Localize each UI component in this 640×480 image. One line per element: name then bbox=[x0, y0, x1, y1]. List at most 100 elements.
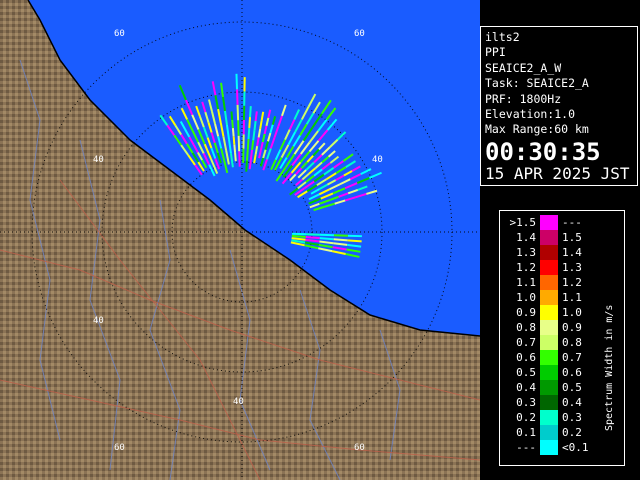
echo-segment bbox=[254, 111, 258, 122]
echo-segment bbox=[238, 151, 241, 167]
range-label: 40 bbox=[93, 155, 104, 165]
legend-swatch bbox=[540, 410, 558, 425]
echo-segment bbox=[248, 116, 252, 129]
legend-lower-label: 0.9 bbox=[516, 306, 536, 319]
echo-segment bbox=[251, 140, 255, 150]
legend-lower-label: 0.5 bbox=[516, 366, 536, 379]
echo-segment bbox=[319, 237, 334, 241]
scan-time: 00:30:35 bbox=[485, 137, 601, 166]
legend-row: 0.7 0.8 bbox=[500, 335, 600, 350]
scan-date: 15 APR 2025 JST bbox=[485, 163, 630, 183]
legend-row: 1.4 1.5 bbox=[500, 230, 600, 245]
legend-upper-label: 0.6 bbox=[562, 366, 582, 379]
echo-segment bbox=[333, 238, 348, 242]
legend-row: --- <0.1 bbox=[500, 440, 600, 455]
echo-segment bbox=[236, 89, 239, 105]
legend-swatch bbox=[540, 230, 558, 245]
max-range-value: Max Range:60 km bbox=[485, 122, 589, 137]
legend-row: 0.4 0.5 bbox=[500, 380, 600, 395]
legend-upper-label: 1.4 bbox=[562, 246, 582, 259]
legend-upper-label: 1.5 bbox=[562, 231, 582, 244]
legend-swatch bbox=[540, 335, 558, 350]
legend-upper-label: 0.3 bbox=[562, 411, 582, 424]
legend-row: 1.0 1.1 bbox=[500, 290, 600, 305]
echo-segment bbox=[245, 160, 248, 172]
scan-name: SEAICE2_A_W bbox=[485, 60, 562, 75]
legend-upper-label: 0.7 bbox=[562, 351, 582, 364]
legend-lower-label: 1.3 bbox=[516, 246, 536, 259]
range-label: 40 bbox=[93, 316, 104, 326]
echo-segment bbox=[234, 152, 237, 162]
legend-row: 0.1 0.2 bbox=[500, 425, 600, 440]
echo-segment bbox=[305, 236, 320, 240]
scan-mode: PPI bbox=[485, 45, 506, 60]
task-name: Task: SEAICE2_A bbox=[485, 76, 589, 91]
legend-lower-label: 0.6 bbox=[516, 351, 536, 364]
legend-swatch bbox=[540, 320, 558, 335]
legend-lower-label: 0.2 bbox=[516, 411, 536, 424]
legend-row: 0.5 0.6 bbox=[500, 365, 600, 380]
legend-row: 1.3 1.4 bbox=[500, 245, 600, 260]
legend-lower-label: 0.8 bbox=[516, 321, 536, 334]
echo-segment bbox=[237, 135, 241, 152]
echo-segment bbox=[236, 104, 240, 121]
legend-swatch bbox=[540, 365, 558, 380]
legend-upper-label: 1.3 bbox=[562, 261, 582, 274]
legend-upper-label: 1.2 bbox=[562, 276, 582, 289]
legend-lower-label: 1.4 bbox=[516, 231, 536, 244]
legend-upper-label: 1.0 bbox=[562, 306, 582, 319]
site-name: ilts2 bbox=[485, 30, 520, 44]
legend-lower-label: 1.2 bbox=[516, 261, 536, 274]
radar-ppi-map: 60 40 40 40 60 40 60 60 bbox=[0, 0, 480, 480]
range-label: 40 bbox=[233, 397, 244, 407]
range-label: 60 bbox=[114, 443, 125, 453]
legend-swatch bbox=[540, 380, 558, 395]
echo-segment bbox=[231, 119, 234, 129]
legend-lower-label: 0.1 bbox=[516, 426, 536, 439]
legend-title: Spectrum Width in m/s bbox=[604, 305, 615, 431]
legend-swatch bbox=[540, 425, 558, 440]
legend-row: 0.6 0.7 bbox=[500, 350, 600, 365]
legend-upper-label: 0.5 bbox=[562, 381, 582, 394]
echo-segment bbox=[249, 106, 252, 118]
legend-upper-label: 0.2 bbox=[562, 426, 582, 439]
legend-title-text: Spectrum Width in m/s bbox=[604, 305, 615, 431]
legend-row: 0.3 0.4 bbox=[500, 395, 600, 410]
legend-lower-label: 1.1 bbox=[516, 276, 536, 289]
legend-upper-label: 1.1 bbox=[562, 291, 582, 304]
legend-lower-label: --- bbox=[516, 441, 536, 454]
echo-segment bbox=[252, 130, 256, 141]
elevation-value: Elevation:1.0 bbox=[485, 107, 576, 122]
legend-row: 0.8 0.9 bbox=[500, 320, 600, 335]
echo-segment bbox=[249, 149, 254, 160]
legend-swatch bbox=[540, 275, 558, 290]
legend-row: 1.1 1.2 bbox=[500, 275, 600, 290]
legend-swatch bbox=[540, 215, 558, 230]
echo-segment bbox=[245, 149, 249, 161]
legend-upper-label: --- bbox=[562, 216, 582, 229]
echo-segment bbox=[253, 120, 257, 131]
echo-segment bbox=[347, 239, 362, 243]
legend-swatch bbox=[540, 440, 558, 455]
legend-lower-label: 0.7 bbox=[516, 336, 536, 349]
range-label: 60 bbox=[354, 443, 365, 453]
echo-segment bbox=[231, 127, 235, 137]
legend-swatch bbox=[540, 290, 558, 305]
echo-segment bbox=[235, 73, 239, 90]
range-label: 60 bbox=[354, 29, 365, 39]
legend-row: 1.2 1.3 bbox=[500, 260, 600, 275]
legend-swatch bbox=[540, 245, 558, 260]
legend-swatch bbox=[540, 350, 558, 365]
legend-row: 0.2 0.3 bbox=[500, 410, 600, 425]
prf-value: PRF: 1800Hz bbox=[485, 91, 562, 106]
legend-upper-label: 0.8 bbox=[562, 336, 582, 349]
legend-lower-label: 1.0 bbox=[516, 291, 536, 304]
legend-swatch bbox=[540, 260, 558, 275]
legend-swatch bbox=[540, 305, 558, 320]
echo-segment bbox=[230, 111, 234, 120]
legend-lower-label: 0.4 bbox=[516, 381, 536, 394]
legend-upper-label: <0.1 bbox=[562, 441, 589, 454]
echo-segment bbox=[237, 120, 240, 136]
legend-lower-label: >1.5 bbox=[509, 216, 537, 229]
range-label: 40 bbox=[372, 155, 383, 165]
